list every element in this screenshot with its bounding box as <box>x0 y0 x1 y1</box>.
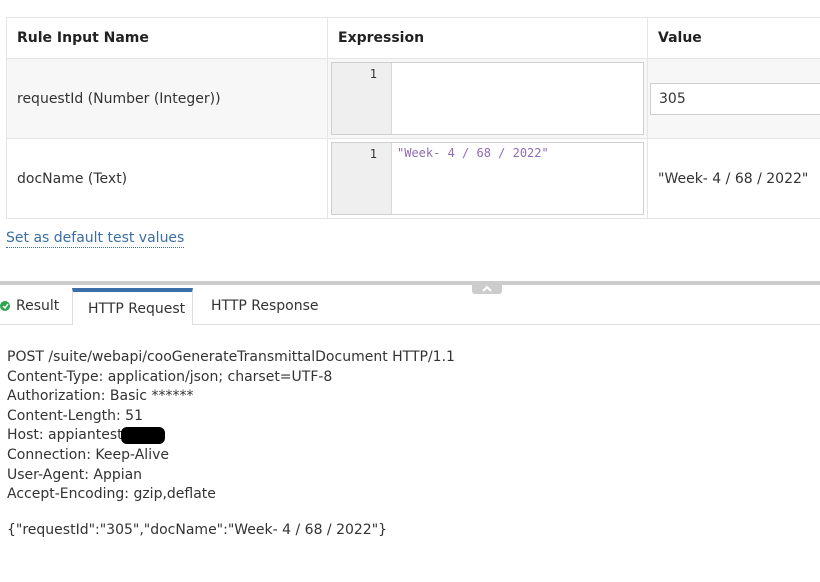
header-connection: Connection: Keep-Alive <box>7 446 169 463</box>
request-payload: {"requestId":"305","docName":"Week- 4 / … <box>7 522 388 538</box>
rule-input-name: requestId (Number (Integer)) <box>6 58 328 139</box>
table-row: requestId (Number (Integer)) 1 <box>6 58 820 139</box>
line-number: 1 <box>332 143 392 214</box>
doc-name-value: "Week- 4 / 68 / 2022" <box>647 138 820 219</box>
result-tabs: Result HTTP Request HTTP Response <box>0 288 820 325</box>
table-header-row: Rule Input Name Expression Value <box>6 17 820 59</box>
http-request-text: POST /suite/webapi/cooGenerateTransmitta… <box>7 348 455 505</box>
tab-result-label: Result <box>16 298 60 314</box>
column-header-rule-input-name: Rule Input Name <box>6 17 328 59</box>
request-line: POST /suite/webapi/cooGenerateTransmitta… <box>7 349 455 365</box>
expression-code[interactable] <box>392 63 643 134</box>
request-id-value-input[interactable] <box>650 82 820 115</box>
expression-code[interactable]: "Week- 4 / 68 / 2022" <box>392 143 643 214</box>
header-content-type: Content-Type: application/json; charset=… <box>7 368 333 385</box>
header-accept-encoding: Accept-Encoding: gzip,deflate <box>7 486 216 503</box>
header-content-length: Content-Length: 51 <box>7 407 144 424</box>
rule-inputs-table: Rule Input Name Expression Value request… <box>6 17 820 219</box>
expression-cell: 1 <box>327 58 648 139</box>
redaction-mark <box>120 426 165 444</box>
tab-result[interactable]: Result <box>0 288 72 324</box>
header-authorization: Authorization: Basic ****** <box>7 388 194 405</box>
expression-editor[interactable]: 1 <box>331 62 644 135</box>
tab-http-response-label: HTTP Response <box>211 298 319 314</box>
tab-http-request[interactable]: HTTP Request <box>72 288 193 325</box>
value-cell <box>647 58 820 139</box>
rule-input-name: docName (Text) <box>6 138 328 219</box>
header-user-agent: User-Agent: Appian <box>7 466 143 483</box>
header-host: Host: appiantest <box>7 427 123 444</box>
column-header-expression: Expression <box>327 17 648 59</box>
column-header-value: Value <box>647 17 820 59</box>
check-circle-icon <box>0 301 10 311</box>
tab-http-response[interactable]: HTTP Response <box>211 288 331 324</box>
expression-cell: 1 "Week- 4 / 68 / 2022" <box>327 138 648 219</box>
panel-splitter[interactable] <box>0 281 820 285</box>
set-default-test-values-link[interactable]: Set as default test values <box>6 230 185 248</box>
tab-http-request-label: HTTP Request <box>88 300 186 317</box>
line-number: 1 <box>332 63 392 134</box>
table-row: docName (Text) 1 "Week- 4 / 68 / 2022" "… <box>6 138 820 219</box>
header-host-row: Host: appiantest <box>7 426 455 446</box>
expression-editor[interactable]: 1 "Week- 4 / 68 / 2022" <box>331 142 644 215</box>
